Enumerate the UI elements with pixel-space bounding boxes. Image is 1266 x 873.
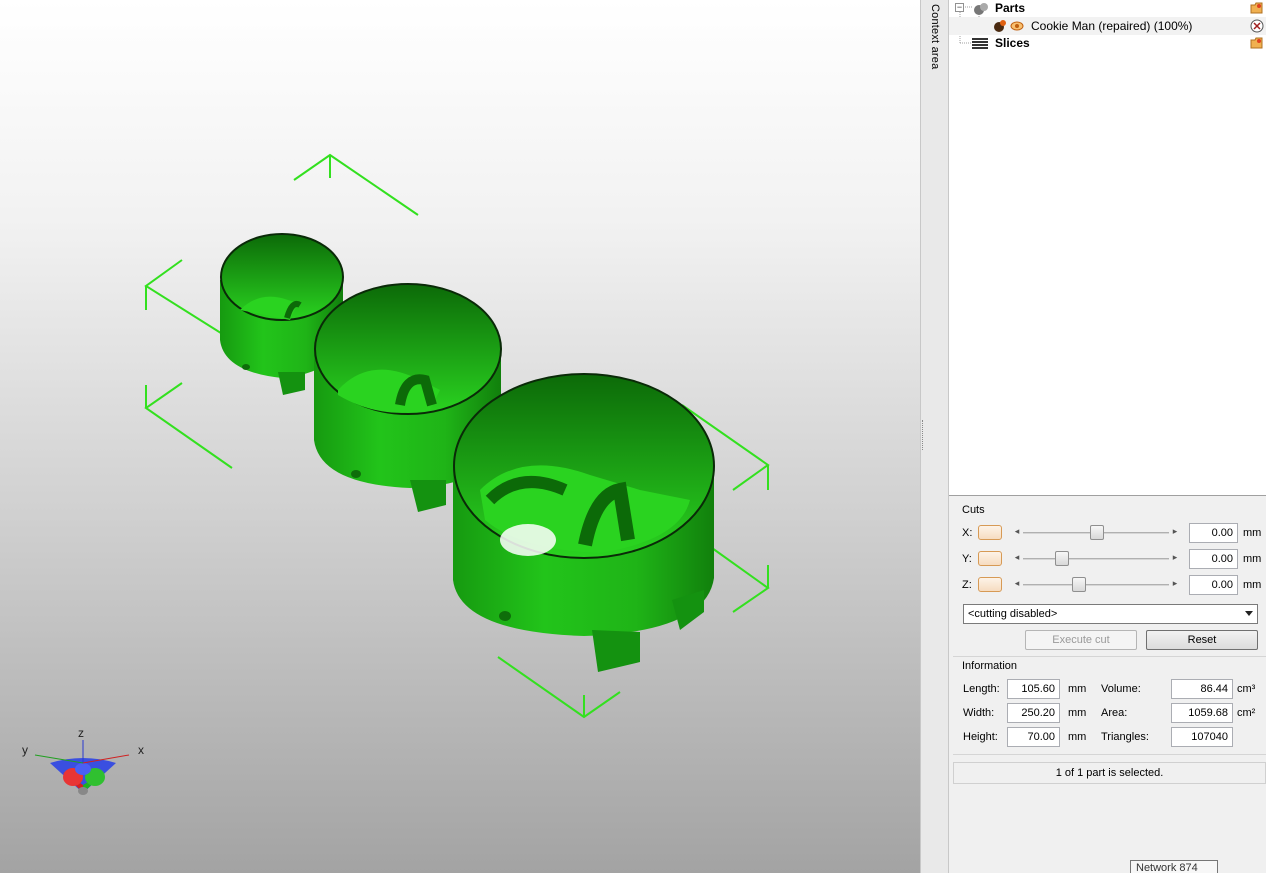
slices-icon: [972, 38, 988, 49]
height-value: 70.00: [1007, 727, 1060, 747]
cut-row-y: Y: ◂ ▸ 0.00 mm: [949, 549, 1266, 571]
cutting-mode-select[interactable]: <cutting disabled>: [963, 604, 1258, 624]
splitter-grip[interactable]: [922, 420, 926, 450]
slider-right-arrow-icon[interactable]: ▸: [1169, 552, 1181, 563]
area-value: 1059.68: [1171, 703, 1233, 723]
part-name-label: Cookie Man (repaired) (100%): [1031, 19, 1193, 33]
volume-value: 86.44: [1171, 679, 1233, 699]
slider-thumb[interactable]: [1090, 525, 1104, 540]
parts-icon: [974, 3, 988, 15]
open-folder-icon[interactable]: [1250, 36, 1264, 50]
cut-y-value[interactable]: 0.00: [1189, 549, 1238, 569]
width-value: 250.20: [1007, 703, 1060, 723]
cut-y-slider[interactable]: ◂ ▸: [1011, 551, 1181, 567]
cut-z-slider[interactable]: ◂ ▸: [1011, 577, 1181, 593]
length-label: Length:: [963, 683, 1000, 695]
open-folder-icon[interactable]: [1250, 1, 1264, 15]
axis-orientation-widget[interactable]: z y x: [15, 725, 155, 805]
slices-label: Slices: [995, 36, 1030, 50]
execute-cut-button[interactable]: Execute cut: [1025, 630, 1137, 650]
triangles-label: Triangles:: [1101, 731, 1149, 743]
tree-item-cookie-man[interactable]: Cookie Man (repaired) (100%): [949, 17, 1266, 35]
parts-tree[interactable]: − Parts Cookie Man (repaired) (100%) Sli…: [949, 0, 1266, 496]
context-area-label: Context area: [929, 4, 941, 70]
slider-left-arrow-icon[interactable]: ◂: [1011, 552, 1023, 563]
volume-label: Volume:: [1101, 683, 1141, 695]
cutting-mode-value: <cutting disabled>: [968, 608, 1058, 620]
cut-axis-label: Y:: [962, 553, 972, 565]
length-unit: mm: [1068, 683, 1087, 695]
network-tooltip: Network 874: [1130, 860, 1218, 873]
cut-row-x: X: ◂ ▸ 0.00 mm: [949, 523, 1266, 545]
cut-x-value[interactable]: 0.00: [1189, 523, 1238, 543]
reset-button[interactable]: Reset: [1146, 630, 1258, 650]
cookie-cutter-large[interactable]: [453, 373, 715, 672]
remove-part-icon[interactable]: [1250, 19, 1264, 33]
cut-axis-label: Z:: [962, 579, 972, 591]
slider-right-arrow-icon[interactable]: ▸: [1169, 578, 1181, 589]
slider-left-arrow-icon[interactable]: ◂: [1011, 578, 1023, 589]
tree-item-slices[interactable]: Slices: [949, 35, 1266, 53]
triangles-value: 107040: [1171, 727, 1233, 747]
cut-x-unit: mm: [1243, 527, 1262, 539]
parts-label: Parts: [995, 1, 1026, 15]
area-unit: cm²: [1237, 707, 1256, 719]
cut-z-unit: mm: [1243, 579, 1262, 591]
cut-y-toggle[interactable]: [978, 551, 1002, 566]
chevron-down-icon: [1245, 611, 1253, 616]
slider-right-arrow-icon[interactable]: ▸: [1169, 526, 1181, 537]
divider: [953, 656, 1266, 657]
slider-left-arrow-icon[interactable]: ◂: [1011, 526, 1023, 537]
information-group-title: Information: [962, 660, 1018, 672]
right-panel: − Parts Cookie Man (repaired) (100%) Sli…: [949, 0, 1266, 873]
area-label: Area:: [1101, 707, 1128, 719]
cut-z-toggle[interactable]: [978, 577, 1002, 592]
axis-label-y: y: [22, 743, 28, 757]
length-value: 105.60: [1007, 679, 1060, 699]
3d-viewport[interactable]: z y x: [0, 0, 920, 873]
collapse-icon[interactable]: −: [955, 3, 964, 12]
divider: [953, 754, 1266, 755]
cuts-group-title: Cuts: [962, 504, 985, 516]
height-label: Height:: [963, 731, 998, 743]
cut-x-slider[interactable]: ◂ ▸: [1011, 525, 1181, 541]
width-label: Width:: [963, 707, 995, 719]
tree-item-parts[interactable]: − Parts: [949, 0, 1266, 18]
cut-y-unit: mm: [1243, 553, 1262, 565]
cut-z-value[interactable]: 0.00: [1189, 575, 1238, 595]
cut-row-z: Z: ◂ ▸ 0.00 mm: [949, 575, 1266, 597]
context-area-strip[interactable]: Context area: [920, 0, 949, 873]
visibility-eye-icon[interactable]: [1010, 19, 1024, 33]
axis-gizmo-icon: [34, 740, 130, 795]
axis-label-x: x: [138, 743, 144, 757]
axis-label-z: z: [78, 726, 84, 740]
slider-thumb[interactable]: [1055, 551, 1069, 566]
selection-status: 1 of 1 part is selected.: [953, 762, 1266, 784]
part-object-icon: [994, 20, 1006, 32]
slider-thumb[interactable]: [1072, 577, 1086, 592]
volume-unit: cm³: [1237, 683, 1256, 695]
cut-x-toggle[interactable]: [978, 525, 1002, 540]
cut-axis-label: X:: [962, 527, 973, 539]
height-unit: mm: [1068, 731, 1087, 743]
width-unit: mm: [1068, 707, 1087, 719]
